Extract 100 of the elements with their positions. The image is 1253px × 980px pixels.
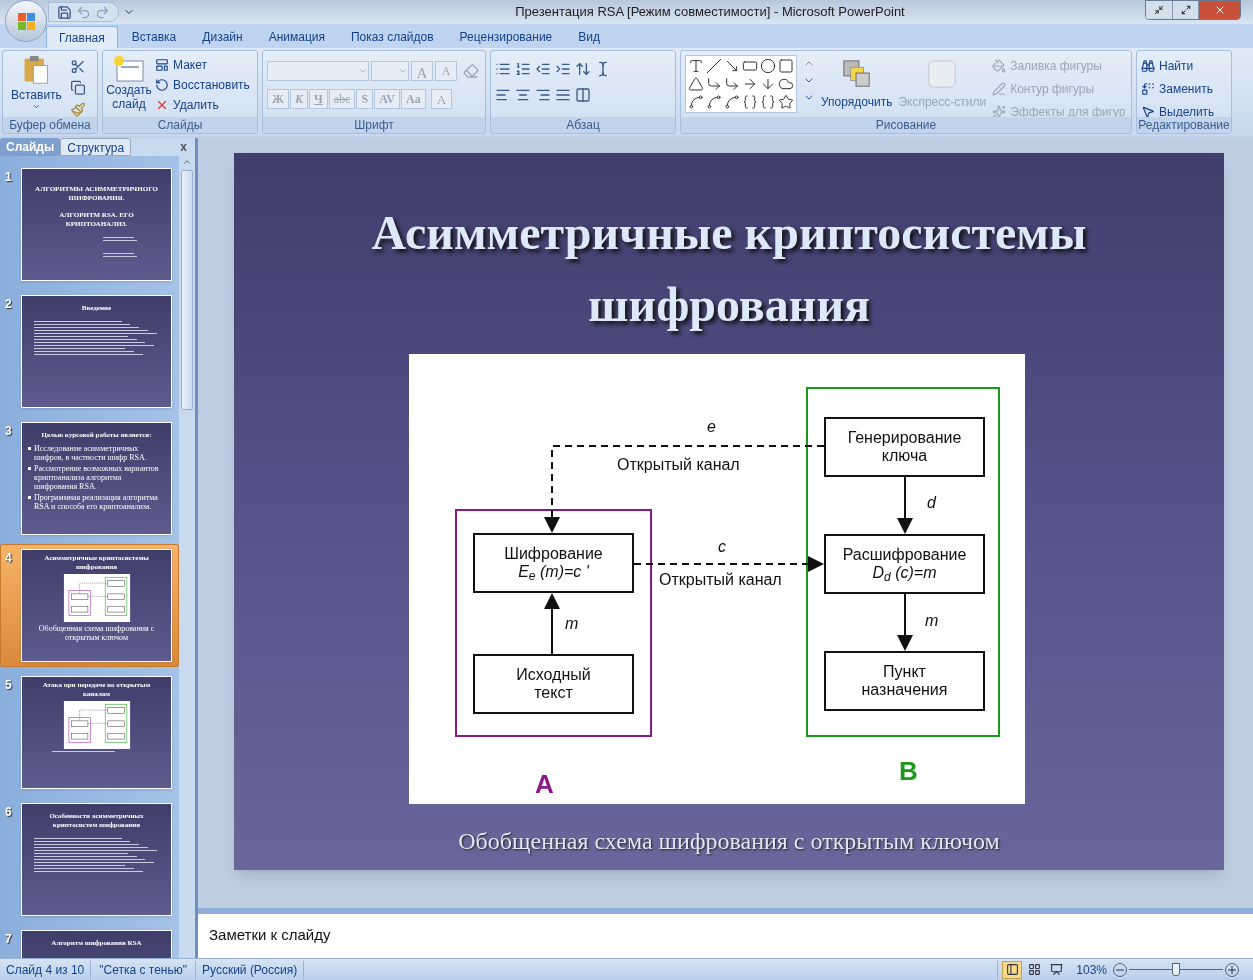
shape-icon[interactable] xyxy=(706,94,722,110)
caret-icon xyxy=(358,66,368,76)
group-label: Шрифт xyxy=(354,119,394,131)
shape-icon[interactable] xyxy=(706,58,722,74)
slide-number: 2 xyxy=(5,296,13,313)
scrollbar[interactable] xyxy=(179,156,195,958)
line-spacing-icon[interactable] xyxy=(575,61,591,77)
party-label: B xyxy=(899,758,918,784)
ribbon-tab[interactable]: Дизайн xyxy=(190,26,255,48)
arrow xyxy=(897,475,913,534)
decrease-indent-icon[interactable] xyxy=(535,61,551,77)
party-label: A xyxy=(535,771,554,797)
shape-icon[interactable] xyxy=(742,94,758,110)
font-size-field[interactable] xyxy=(371,61,409,81)
notes-field[interactable]: Заметки к слайду xyxy=(198,913,1253,958)
shape-icon[interactable] xyxy=(724,76,740,92)
shape-icon[interactable] xyxy=(778,94,794,110)
diagram-node: Генерирование ключа xyxy=(824,417,985,477)
slides-command-button[interactable]: Удалить xyxy=(155,97,250,113)
restore-icon xyxy=(1180,5,1191,15)
save-icon[interactable] xyxy=(57,4,72,20)
panel-tab[interactable]: Структура xyxy=(60,138,132,156)
group-label: Слайды xyxy=(157,119,203,131)
restore-button[interactable] xyxy=(1172,1,1198,19)
cut-icon[interactable] xyxy=(69,59,86,75)
paste-button[interactable]: Вставить xyxy=(7,55,66,117)
shape-icon[interactable] xyxy=(724,58,740,74)
justify-icon[interactable] xyxy=(555,87,571,103)
shape-icon[interactable] xyxy=(760,94,776,110)
arrow-label: m xyxy=(565,615,579,633)
caret-icon xyxy=(31,102,41,111)
bullet-icon xyxy=(28,496,31,499)
editing-command-button[interactable]: Заменить xyxy=(1141,80,1215,98)
align-right-icon[interactable] xyxy=(535,87,551,103)
bullet-icon xyxy=(28,447,31,450)
caret-icon xyxy=(398,66,408,76)
diagram-thumbnail-drawing xyxy=(61,574,132,622)
thumbnail-bullet: Рассмотрение возможных вариантов криптоанализа алгоритма шифрования RSA. xyxy=(34,464,160,491)
bullet-icon xyxy=(28,467,31,470)
diagram-node: Пункт назначения xyxy=(824,651,985,711)
ribbon-tab[interactable]: Вставка xyxy=(119,26,189,48)
grid-view-icon xyxy=(1027,963,1041,976)
layout-icon xyxy=(155,58,169,72)
slideshow-icon xyxy=(1049,963,1063,976)
align-left-icon[interactable] xyxy=(495,87,511,103)
ribbon-tab[interactable]: Вид xyxy=(566,26,612,48)
increase-indent-icon[interactable] xyxy=(555,61,571,77)
shape-icon[interactable] xyxy=(778,58,794,74)
status-language[interactable]: Русский (Россия) xyxy=(196,960,305,979)
ribbon-tab[interactable]: Анимация xyxy=(256,26,337,48)
new-slide-icon xyxy=(113,55,145,83)
delete-icon xyxy=(155,98,169,112)
ribbon-tab[interactable]: Главная xyxy=(46,26,118,48)
shape-icon[interactable] xyxy=(724,94,740,110)
format-painter-icon[interactable] xyxy=(69,101,86,117)
pen-icon xyxy=(992,82,1007,96)
view-button[interactable] xyxy=(1002,960,1023,979)
align-center-icon[interactable] xyxy=(515,87,531,103)
replace-icon xyxy=(1141,82,1155,96)
new-slide-button[interactable]: Создать слайд xyxy=(107,55,151,117)
arrow-label: d xyxy=(927,494,936,512)
group-label: Рисование xyxy=(875,119,937,131)
ribbon-tab[interactable]: Показ слайдов xyxy=(339,26,446,48)
shape-icon[interactable] xyxy=(688,58,704,74)
shape-icon[interactable] xyxy=(742,58,758,74)
thumbnail-caption: Обобщенная схема шифрования с открытым ключом xyxy=(37,624,156,642)
zoom-level-text[interactable]: 103% xyxy=(1070,960,1113,979)
normal-view-icon xyxy=(1005,963,1019,976)
clipboard-icon xyxy=(22,55,51,85)
zoom-slider[interactable] xyxy=(1129,962,1223,977)
shape-icon[interactable] xyxy=(706,76,722,92)
ribbon-tab[interactable]: Рецензирование xyxy=(447,26,565,48)
arrow-label: e xyxy=(707,418,716,436)
thumbnail-bullet: Программная реализация алгоритма RSA и способа его криптоанализа. xyxy=(34,493,159,511)
shape-icon[interactable] xyxy=(778,76,794,92)
pointer-icon xyxy=(1141,105,1155,119)
copy-icon[interactable] xyxy=(69,80,86,96)
group-label: Буфер обмена xyxy=(9,119,91,131)
editing-command-button[interactable]: Выделить xyxy=(1141,103,1215,121)
columns-icon[interactable] xyxy=(575,87,591,103)
bullets-icon[interactable] xyxy=(495,61,511,77)
arrange-button[interactable]: Упорядочить xyxy=(821,55,893,111)
shape-icon[interactable] xyxy=(688,76,704,92)
minimize-button[interactable] xyxy=(1146,1,1172,19)
slides-command-button[interactable]: Восстановить xyxy=(155,77,250,93)
stacked-squares-icon xyxy=(841,59,872,89)
slide-number: 4 xyxy=(5,550,13,567)
shape-icon[interactable] xyxy=(688,94,704,110)
arrow-label: Открытый канал xyxy=(659,571,782,589)
shape-icon[interactable] xyxy=(760,58,776,74)
zoom-slider-thumb[interactable] xyxy=(1172,963,1180,976)
slide-number: 7 xyxy=(5,931,13,948)
slides-command-button[interactable]: Макет xyxy=(155,57,250,73)
scrollbar-thumb[interactable] xyxy=(181,170,193,410)
close-pane-button[interactable]: x xyxy=(172,138,195,156)
shapes-gallery[interactable] xyxy=(685,55,797,113)
editing-command-button[interactable]: Найти xyxy=(1141,57,1215,75)
group-label: Абзац xyxy=(566,119,600,131)
numbering-icon[interactable] xyxy=(515,61,531,77)
slide-title: Асимметричные криптосистемы шифрования xyxy=(370,205,1088,333)
